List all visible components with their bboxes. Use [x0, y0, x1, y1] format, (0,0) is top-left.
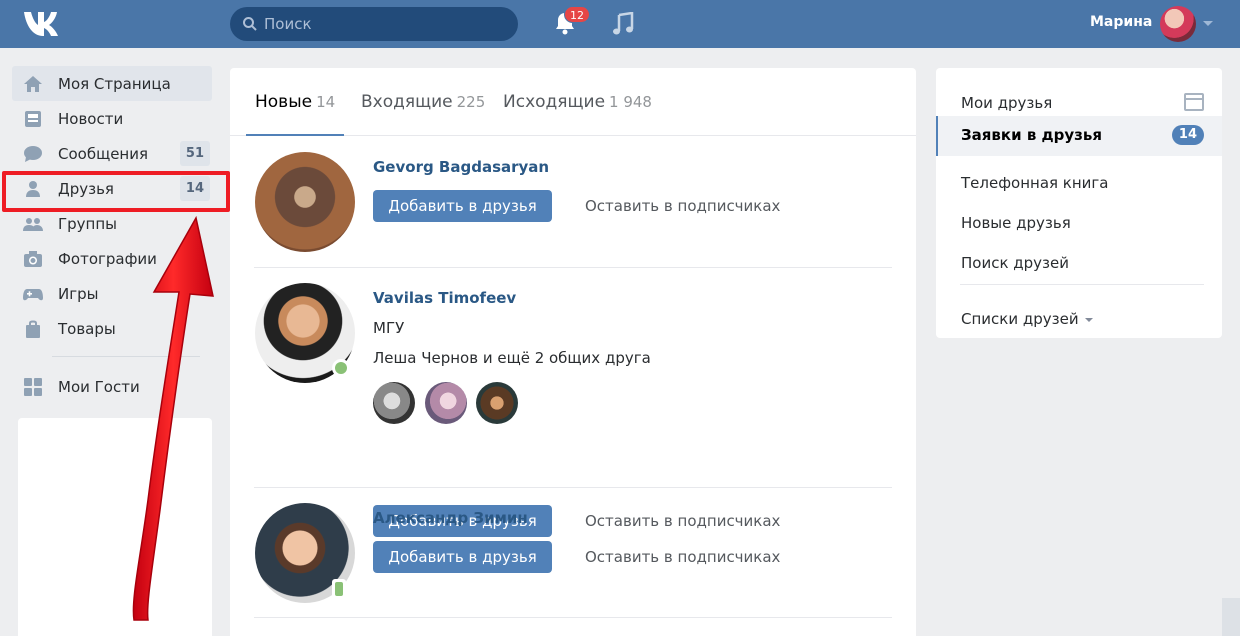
nav-item-label: Фотографии [58, 250, 157, 268]
messages-icon [24, 146, 42, 162]
keep-as-follower-link[interactable]: Оставить в подписчиках [585, 197, 780, 215]
nav-item-label: Моя Страница [58, 75, 171, 93]
mutual-friends-text[interactable]: Леша Чернов и ещё 2 общих друга [373, 349, 651, 367]
camera-icon [24, 251, 42, 267]
nav-item-label: Новости [58, 110, 124, 128]
menu-item-label: Новые друзья [961, 214, 1071, 232]
avatar[interactable] [1160, 6, 1196, 42]
gamepad-icon [23, 289, 43, 301]
divider [254, 617, 892, 618]
request-name[interactable]: Александр Зимин [373, 509, 528, 527]
add-friend-button[interactable]: Добавить в друзья [373, 190, 552, 222]
add-friend-button[interactable]: Добавить в друзья [373, 541, 552, 573]
apps-icon [24, 378, 42, 396]
messages-count-badge: 51 [179, 141, 210, 166]
avatar[interactable] [255, 152, 355, 252]
menu-item-phone-book[interactable]: Телефонная книга [936, 156, 1222, 196]
mobile-status-icon [332, 579, 346, 599]
nav-item-news[interactable]: Новости [12, 101, 212, 136]
friends-menu: Мои друзья Заявки в друзья 14 Телефонная… [936, 68, 1222, 338]
nav-item-photos[interactable]: Фотографии [12, 241, 212, 276]
nav-item-label: Мои Гости [58, 378, 140, 396]
nav-item-label: Группы [58, 215, 118, 233]
menu-item-label: Мои друзья [961, 94, 1053, 112]
scroll-handle[interactable] [1222, 598, 1240, 636]
nav-item-my-guests[interactable]: Мои Гости [12, 369, 212, 404]
menu-item-label: Списки друзей [961, 310, 1093, 328]
search-box[interactable] [230, 7, 518, 41]
chevron-down-icon[interactable] [1203, 21, 1213, 26]
user-name[interactable]: Марина [1090, 14, 1152, 30]
tab-count: 14 [316, 93, 336, 111]
request-name[interactable]: Vavilas Timofeev [373, 289, 516, 307]
requests-tabs: Новые 14 Входящие 225 Исходящие 1 948 [230, 68, 916, 136]
requests-count-badge: 14 [1171, 125, 1204, 145]
request-university: МГУ [373, 319, 405, 337]
menu-item-friend-lists[interactable]: Списки друзей [936, 292, 1222, 332]
left-navigation: Моя Страница Новости Сообщения 51 Друзья… [12, 66, 212, 404]
music-icon[interactable] [612, 12, 634, 36]
nav-item-goods[interactable]: Товары [12, 311, 212, 346]
chevron-down-icon [1084, 317, 1093, 322]
tab-count: 225 [456, 93, 486, 111]
home-icon [24, 76, 42, 92]
tab-count: 1 948 [609, 93, 652, 111]
friend-request-row: Gevorg Bagdasaryan Добавить в друзья Ост… [254, 152, 892, 252]
menu-item-label: Поиск друзей [961, 254, 1070, 272]
online-status-icon [332, 359, 350, 377]
search-icon [243, 17, 257, 31]
keep-as-follower-link[interactable]: Оставить в подписчиках [585, 548, 780, 566]
nav-divider [52, 356, 200, 357]
nav-item-messages[interactable]: Сообщения 51 [12, 136, 212, 171]
divider [254, 487, 892, 488]
menu-item-label: Заявки в друзья [961, 126, 1102, 144]
tab-label: Входящие [361, 92, 453, 112]
menu-item-label-text: Списки друзей [961, 310, 1079, 328]
top-bar: 12 Марина [0, 0, 1240, 48]
nav-item-label: Сообщения [58, 145, 149, 163]
request-name[interactable]: Gevorg Bagdasaryan [373, 158, 549, 176]
divider [960, 284, 1204, 285]
tab-label: Исходящие [503, 92, 606, 112]
mutual-friend-avatar[interactable] [373, 382, 415, 424]
menu-item-friend-requests[interactable]: Заявки в друзья 14 [936, 116, 1222, 156]
active-tab-indicator [246, 134, 344, 136]
bag-icon [26, 320, 40, 338]
groups-icon [23, 218, 43, 231]
menu-item-new-friends[interactable]: Новые друзья [936, 196, 1222, 236]
nav-item-label: Игры [58, 285, 99, 303]
divider [254, 267, 892, 268]
vk-logo[interactable] [22, 10, 66, 38]
tab-outgoing[interactable]: Исходящие 1 948 [503, 92, 652, 112]
tab-new[interactable]: Новые 14 [255, 92, 335, 112]
left-widget-box [18, 418, 212, 636]
friend-request-row: Vavilas Timofeev МГУ Леша Чернов и ещё 2… [254, 283, 892, 537]
menu-item-label: Телефонная книга [961, 174, 1109, 192]
mutual-friend-avatar[interactable] [476, 382, 518, 424]
news-icon [25, 111, 41, 127]
menu-item-my-friends[interactable]: Мои друзья [936, 76, 1222, 116]
nav-item-label: Товары [58, 320, 116, 338]
notifications-badge: 12 [564, 6, 590, 23]
nav-item-my-page[interactable]: Моя Страница [12, 66, 212, 101]
friend-request-row: Александр Зимин Добавить в друзья Остави… [254, 503, 892, 603]
mutual-friend-avatar[interactable] [425, 382, 467, 424]
menu-item-find-friends[interactable]: Поиск друзей [936, 236, 1222, 276]
calendar-icon[interactable] [1184, 93, 1204, 111]
annotation-highlight-box [2, 171, 230, 212]
nav-item-games[interactable]: Игры [12, 276, 212, 311]
search-input[interactable] [264, 7, 504, 41]
tab-incoming[interactable]: Входящие 225 [361, 92, 485, 112]
tab-label: Новые [255, 92, 313, 112]
friend-requests-panel: Новые 14 Входящие 225 Исходящие 1 948 Gevor… [230, 68, 916, 636]
